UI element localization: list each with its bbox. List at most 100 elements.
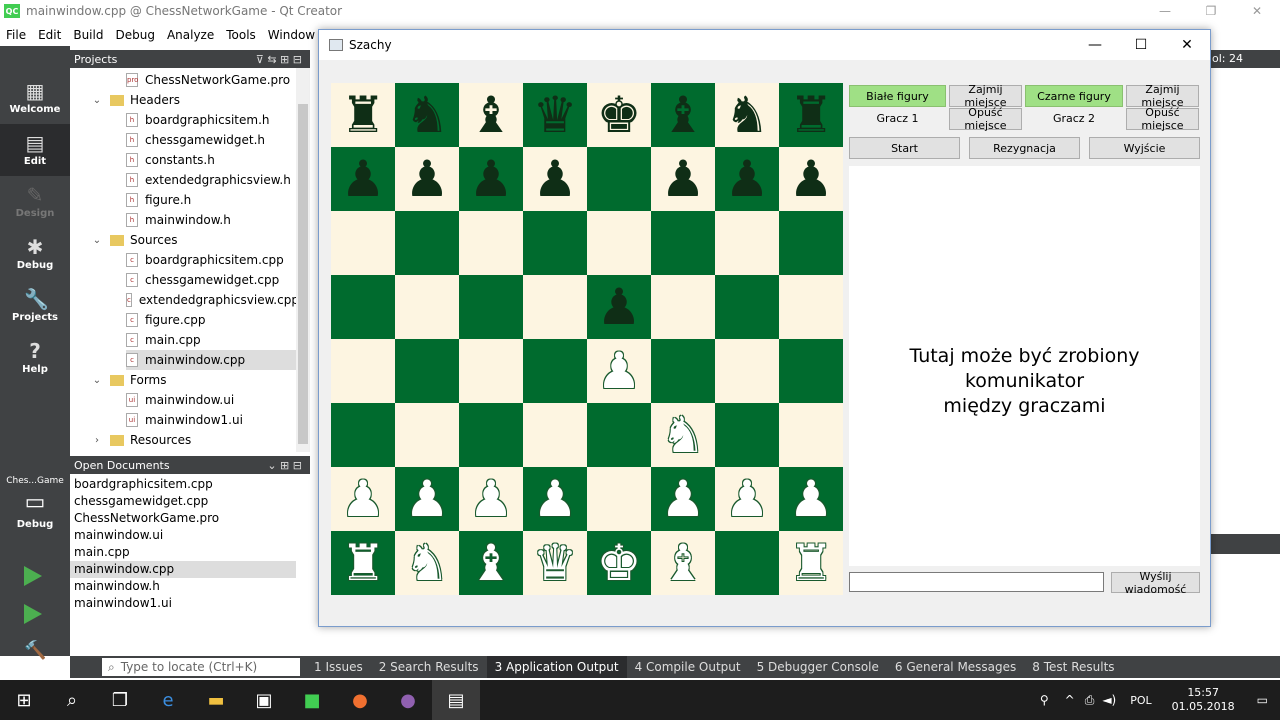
menu-file[interactable]: File (0, 28, 32, 42)
mode-debug[interactable]: ✱ Debug (0, 228, 70, 280)
tree-file[interactable]: c extendedgraphicsview.cpp (126, 290, 296, 310)
file-explorer-icon[interactable]: ▬ (192, 680, 240, 720)
square-e2[interactable] (587, 467, 651, 531)
black-knight-icon[interactable]: ♞ (395, 83, 459, 147)
chess-board[interactable]: ♜ ♞ ♝ ♛ ♚ ♝ ♞ ♜ ♟ ♟ ♟ ♟ ♟ ♟ ♟ ♟ ♟ ♞ ♟ ♟ ♟ ♟ ♟ ♟ ♟ ♜ ♞ ♝ ♛ ♚ ♝ ♜ (331, 83, 843, 595)
tree-file[interactable]: c figure.cpp (126, 310, 296, 330)
chevron-up-icon[interactable]: ^ (1065, 693, 1075, 707)
square-e6[interactable] (587, 211, 651, 275)
tree-file[interactable]: h chessgamewidget.h (126, 130, 296, 150)
white-pieces-button[interactable]: Białe figury (849, 85, 946, 107)
white-pawn-icon[interactable]: ♟ (587, 339, 651, 403)
square-d3[interactable] (523, 403, 587, 467)
edge-browser-icon[interactable]: e (144, 680, 192, 720)
tree-file[interactable]: h extendedgraphicsview.h (126, 170, 296, 190)
square-a4[interactable] (331, 339, 395, 403)
menu-edit[interactable]: Edit (32, 28, 67, 42)
mode-edit[interactable]: ▤ Edit (0, 124, 70, 176)
open-document-item[interactable]: mainwindow1.ui (70, 595, 296, 612)
tree-folder[interactable]: ⌄ Forms (90, 370, 296, 390)
qt-creator-taskbar-icon[interactable]: ■ (288, 680, 336, 720)
black-pawn-icon[interactable]: ♟ (651, 147, 715, 211)
white-pawn-icon[interactable]: ♟ (331, 467, 395, 531)
volume-icon[interactable]: ◄) (1102, 693, 1116, 707)
minimize-icon[interactable]: — (1142, 0, 1188, 22)
mode-welcome[interactable]: ▦ Welcome (0, 72, 70, 124)
square-c5[interactable] (459, 275, 523, 339)
square-a3[interactable] (331, 403, 395, 467)
tree-file[interactable]: c boardgraphicsitem.cpp (126, 250, 296, 270)
black-pawn-icon[interactable]: ♟ (523, 147, 587, 211)
white-bishop-icon[interactable]: ♝ (651, 531, 715, 595)
menu-window[interactable]: Window (262, 28, 321, 42)
square-h5[interactable] (779, 275, 843, 339)
tree-file[interactable]: pro ChessNetworkGame.pro (126, 70, 296, 90)
task-view-icon[interactable]: ❐ (96, 680, 144, 720)
square-b3[interactable] (395, 403, 459, 467)
open-document-item[interactable]: mainwindow.ui (70, 527, 296, 544)
build-hammer-icon[interactable]: 🔨 (24, 640, 46, 661)
output-tab[interactable]: 1 Issues (306, 656, 371, 678)
black-pawn-icon[interactable]: ♟ (459, 147, 523, 211)
take-seat-black-button[interactable]: Zajmij miejsce (1126, 83, 1199, 109)
square-g3[interactable] (715, 403, 779, 467)
exit-button[interactable]: Wyjście (1089, 137, 1200, 159)
square-c4[interactable] (459, 339, 523, 403)
restore-icon[interactable]: ❐ (1188, 0, 1234, 22)
open-document-item[interactable]: main.cpp (70, 544, 296, 561)
black-pawn-icon[interactable]: ♟ (779, 147, 843, 211)
open-document-item[interactable]: chessgamewidget.cpp (70, 493, 296, 510)
output-tab[interactable]: 2 Search Results (371, 656, 487, 678)
filter-icon[interactable]: ⊽ ⇆ ⊞ ⊟ (256, 53, 302, 66)
white-knight-icon[interactable]: ♞ (651, 403, 715, 467)
square-a6[interactable] (331, 211, 395, 275)
kit-selector[interactable]: Ches...Game ▭ Debug (0, 470, 70, 550)
white-pawn-icon[interactable]: ♟ (523, 467, 587, 531)
notifications-icon[interactable]: ▭ (1257, 693, 1268, 707)
square-g4[interactable] (715, 339, 779, 403)
tree-file[interactable]: ui mainwindow.ui (126, 390, 296, 410)
tree-file[interactable]: c chessgamewidget.cpp (126, 270, 296, 290)
white-knight-icon[interactable]: ♞ (395, 531, 459, 595)
white-pawn-icon[interactable]: ♟ (715, 467, 779, 531)
tree-folder[interactable]: ⌄ Headers (90, 90, 296, 110)
square-f6[interactable] (651, 211, 715, 275)
square-c6[interactable] (459, 211, 523, 275)
black-bishop-icon[interactable]: ♝ (651, 83, 715, 147)
tree-file[interactable]: h figure.h (126, 190, 296, 210)
white-pawn-icon[interactable]: ♟ (395, 467, 459, 531)
clock[interactable]: 15:57 01.05.2018 (1172, 686, 1235, 714)
black-knight-icon[interactable]: ♞ (715, 83, 779, 147)
square-a5[interactable] (331, 275, 395, 339)
tree-file[interactable]: c main.cpp (126, 330, 296, 350)
white-pawn-icon[interactable]: ♟ (459, 467, 523, 531)
mode-design[interactable]: ✎ Design (0, 176, 70, 228)
black-rook-icon[interactable]: ♜ (779, 83, 843, 147)
menu-debug[interactable]: Debug (109, 28, 160, 42)
mode-help[interactable]: ? Help (0, 332, 70, 384)
open-document-item[interactable]: boardgraphicsitem.cpp (70, 476, 296, 493)
network-icon[interactable]: ⎙ (1085, 693, 1095, 708)
close-icon[interactable]: ✕ (1234, 0, 1280, 22)
scrollbar-thumb[interactable] (298, 104, 308, 444)
search-icon[interactable]: ⌕ (48, 680, 96, 720)
square-b6[interactable] (395, 211, 459, 275)
output-tab[interactable]: 3 Application Output (486, 656, 627, 678)
output-tab[interactable]: 8 Test Results (1024, 656, 1122, 678)
square-g6[interactable] (715, 211, 779, 275)
chat-area[interactable]: Tutaj może być zrobiony komunikator międ… (849, 166, 1200, 566)
firefox-icon[interactable]: ● (336, 680, 384, 720)
take-seat-white-button[interactable]: Zajmij miejsce (949, 83, 1022, 109)
open-document-item[interactable]: mainwindow.h (70, 578, 296, 595)
open-document-item[interactable]: ChessNetworkGame.pro (70, 510, 296, 527)
editor-area[interactable] (1210, 46, 1280, 656)
square-c3[interactable] (459, 403, 523, 467)
white-rook-icon[interactable]: ♜ (331, 531, 395, 595)
black-pawn-icon[interactable]: ♟ (587, 275, 651, 339)
chat-app-icon[interactable]: ● (384, 680, 432, 720)
output-tab[interactable]: 6 General Messages (887, 656, 1024, 678)
black-pawn-icon[interactable]: ♟ (331, 147, 395, 211)
square-b4[interactable] (395, 339, 459, 403)
run-icon[interactable] (24, 566, 42, 586)
square-e7[interactable] (587, 147, 651, 211)
